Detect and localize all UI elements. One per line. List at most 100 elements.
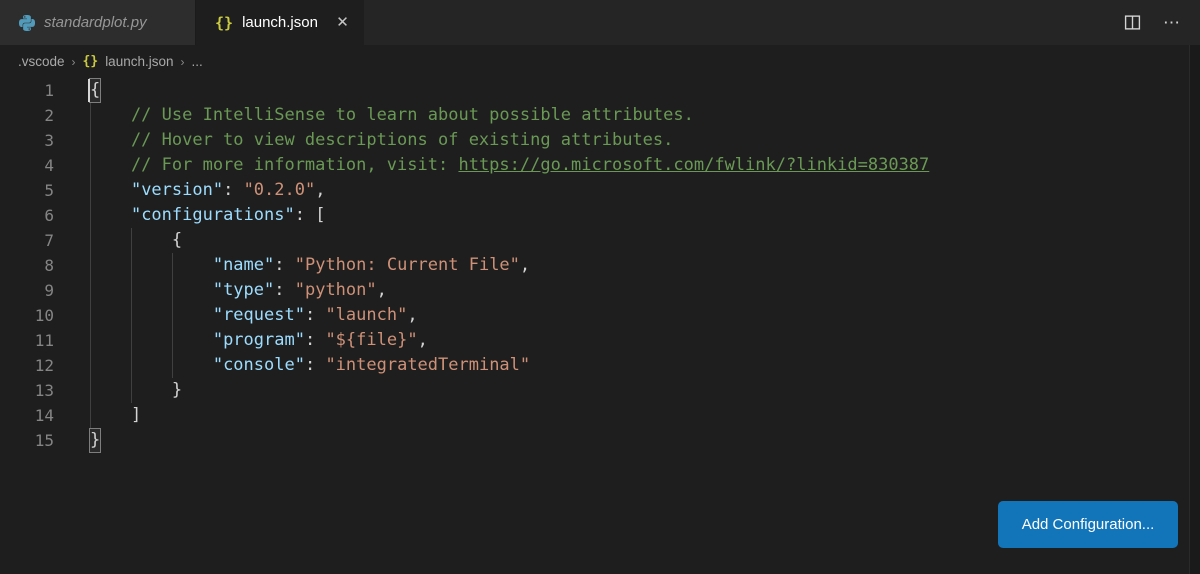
code-line[interactable]: 3 // Hover to view descriptions of exist… bbox=[0, 128, 1190, 153]
code-line-content: { bbox=[90, 78, 100, 103]
code-token: "Python: Current File" bbox=[295, 255, 520, 275]
tab-label: standardplot.py bbox=[44, 14, 147, 31]
editor-tab-bar: standardplot.py {} launch.json ✕ ⋯ bbox=[0, 0, 1200, 45]
line-number[interactable]: 5 bbox=[0, 178, 54, 203]
code-line[interactable]: 8 "name": "Python: Current File", bbox=[0, 253, 1190, 278]
line-number[interactable]: 1 bbox=[0, 78, 54, 103]
code-token: , bbox=[407, 305, 417, 325]
line-number[interactable]: 10 bbox=[0, 303, 54, 328]
code-token bbox=[90, 330, 213, 350]
breadcrumb-file[interactable]: launch.json bbox=[105, 54, 173, 69]
code-token: // Hover to view descriptions of existin… bbox=[90, 130, 673, 150]
code-line-content: "program": "${file}", bbox=[90, 328, 428, 353]
code-line[interactable]: 7 { bbox=[0, 228, 1190, 253]
code-line[interactable]: 4 // For more information, visit: https:… bbox=[0, 153, 1190, 178]
code-line[interactable]: 15} bbox=[0, 428, 1190, 453]
line-number[interactable]: 11 bbox=[0, 328, 54, 353]
code-token: : bbox=[305, 305, 325, 325]
code-token bbox=[90, 205, 131, 225]
code-line-content: } bbox=[90, 428, 100, 453]
line-number[interactable]: 14 bbox=[0, 403, 54, 428]
code-token: , bbox=[315, 180, 325, 200]
indent-guide bbox=[131, 228, 132, 403]
breadcrumb-folder[interactable]: .vscode bbox=[18, 54, 65, 69]
code-line[interactable]: 10 "request": "launch", bbox=[0, 303, 1190, 328]
code-line-content: // Hover to view descriptions of existin… bbox=[90, 128, 673, 153]
code-token bbox=[90, 180, 131, 200]
line-number[interactable]: 8 bbox=[0, 253, 54, 278]
code-token: { bbox=[89, 78, 101, 103]
code-line-content: } bbox=[90, 378, 182, 403]
code-token: , bbox=[418, 330, 428, 350]
code-token: } bbox=[89, 428, 101, 453]
code-token: , bbox=[377, 280, 387, 300]
line-number[interactable]: 15 bbox=[0, 428, 54, 453]
python-icon bbox=[19, 15, 35, 31]
code-token: "${file}" bbox=[325, 330, 417, 350]
code-token: ] bbox=[90, 405, 141, 425]
code-token: "python" bbox=[295, 280, 377, 300]
tab-standardplot-py[interactable]: standardplot.py bbox=[0, 0, 196, 45]
code-token: "program" bbox=[213, 330, 305, 350]
scrollbar-strip[interactable] bbox=[1189, 45, 1200, 574]
code-line[interactable]: 9 "type": "python", bbox=[0, 278, 1190, 303]
code-token bbox=[90, 305, 213, 325]
line-number[interactable]: 9 bbox=[0, 278, 54, 303]
code-line-content: "name": "Python: Current File", bbox=[90, 253, 530, 278]
code-token: "launch" bbox=[325, 305, 407, 325]
code-line-content: "type": "python", bbox=[90, 278, 387, 303]
add-configuration-button[interactable]: Add Configuration... bbox=[998, 501, 1178, 548]
code-token bbox=[90, 255, 213, 275]
editor-actions: ⋯ bbox=[1120, 0, 1200, 45]
code-token: "0.2.0" bbox=[244, 180, 316, 200]
json-icon: {} bbox=[215, 14, 233, 32]
more-actions-icon[interactable]: ⋯ bbox=[1160, 11, 1184, 35]
code-link[interactable]: https://go.microsoft.com/fwlink/?linkid=… bbox=[458, 155, 929, 175]
close-icon[interactable]: ✕ bbox=[335, 13, 350, 33]
code-line-content: ] bbox=[90, 403, 141, 428]
code-line[interactable]: 11 "program": "${file}", bbox=[0, 328, 1190, 353]
code-line[interactable]: 12 "console": "integratedTerminal" bbox=[0, 353, 1190, 378]
code-token: "name" bbox=[213, 255, 274, 275]
code-line-content: "request": "launch", bbox=[90, 303, 418, 328]
code-token: : [ bbox=[295, 205, 326, 225]
chevron-right-icon: › bbox=[181, 55, 185, 69]
code-token: // Use IntelliSense to learn about possi… bbox=[90, 105, 694, 125]
line-number[interactable]: 6 bbox=[0, 203, 54, 228]
code-token: // For more information, visit: bbox=[90, 155, 458, 175]
code-token: : bbox=[274, 255, 294, 275]
code-token: "configurations" bbox=[131, 205, 295, 225]
line-number[interactable]: 12 bbox=[0, 353, 54, 378]
code-line[interactable]: 14 ] bbox=[0, 403, 1190, 428]
code-line-content: "configurations": [ bbox=[90, 203, 325, 228]
code-line[interactable]: 2 // Use IntelliSense to learn about pos… bbox=[0, 103, 1190, 128]
code-token: "request" bbox=[213, 305, 305, 325]
tab-launch-json[interactable]: {} launch.json ✕ bbox=[196, 0, 364, 45]
code-line[interactable]: 6 "configurations": [ bbox=[0, 203, 1190, 228]
code-token: "version" bbox=[131, 180, 223, 200]
code-editor[interactable]: 1{2 // Use IntelliSense to learn about p… bbox=[0, 78, 1190, 574]
json-icon: {} bbox=[83, 54, 99, 69]
indent-guide bbox=[172, 253, 173, 378]
code-line-content: // For more information, visit: https://… bbox=[90, 153, 929, 178]
code-token bbox=[90, 355, 213, 375]
line-number[interactable]: 3 bbox=[0, 128, 54, 153]
code-token bbox=[90, 280, 213, 300]
code-token: , bbox=[520, 255, 530, 275]
code-line-content: "version": "0.2.0", bbox=[90, 178, 325, 203]
breadcrumb: .vscode › {} launch.json › ... bbox=[0, 45, 1190, 78]
line-number[interactable]: 4 bbox=[0, 153, 54, 178]
line-number[interactable]: 13 bbox=[0, 378, 54, 403]
code-line-content: "console": "integratedTerminal" bbox=[90, 353, 530, 378]
line-number[interactable]: 2 bbox=[0, 103, 54, 128]
code-token: "console" bbox=[213, 355, 305, 375]
code-line[interactable]: 1{ bbox=[0, 78, 1190, 103]
code-token: "type" bbox=[213, 280, 274, 300]
breadcrumb-symbol[interactable]: ... bbox=[192, 54, 203, 69]
line-number[interactable]: 7 bbox=[0, 228, 54, 253]
split-editor-icon[interactable] bbox=[1120, 11, 1144, 35]
code-line[interactable]: 13 } bbox=[0, 378, 1190, 403]
code-token: } bbox=[90, 380, 182, 400]
code-token: : bbox=[223, 180, 243, 200]
code-line[interactable]: 5 "version": "0.2.0", bbox=[0, 178, 1190, 203]
